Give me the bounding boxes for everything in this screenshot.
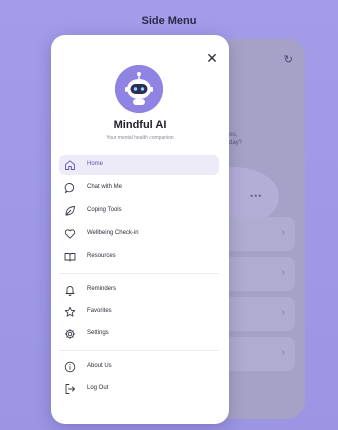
menu-item-label: Resources: [87, 253, 116, 259]
menu-divider: [59, 273, 219, 274]
menu-item-label: Home: [87, 161, 104, 167]
side-menu-drawer: ✕ Mindful AI Your mental health companio…: [51, 35, 229, 424]
typing-dots: •••: [250, 191, 263, 201]
menu-item-label: Wellbeing Check-in: [87, 230, 139, 236]
menu-item-label: Favorites: [87, 308, 112, 314]
greeting-text: ou, day?: [229, 131, 242, 147]
app-tagline: Your mental health companion: [106, 135, 174, 141]
greeting-line-2: day?: [229, 140, 243, 146]
bell-icon: [65, 286, 75, 296]
menu-item-reminders[interactable]: Reminders: [59, 280, 219, 300]
star-icon: [64, 306, 76, 317]
menu-item-label: Settings: [87, 330, 109, 336]
menu-item-home[interactable]: Home: [59, 155, 219, 175]
menu-item-label: Chat with Me: [87, 184, 123, 190]
menu-item-label: Reminders: [87, 286, 117, 292]
robot-icon: [115, 65, 163, 113]
chevron-right-icon: ›: [281, 227, 285, 238]
home-icon: [65, 160, 75, 170]
menu-item-label: Coping Tools: [87, 207, 122, 213]
menu-item-resources[interactable]: Resources: [59, 247, 219, 267]
menu-item-log-out[interactable]: Log Out: [59, 379, 219, 399]
leaf-icon: [65, 206, 75, 216]
app-name: Mindful AI: [113, 119, 167, 131]
menu-item-chat[interactable]: Chat with Me: [59, 178, 219, 198]
logout-icon: [65, 384, 75, 394]
close-icon[interactable]: ✕: [205, 51, 219, 65]
greeting-line-1: ou,: [229, 132, 238, 138]
refresh-icon[interactable]: ↻: [284, 53, 293, 66]
menu-item-coping-tools[interactable]: Coping Tools: [59, 201, 219, 221]
heart-icon: [64, 229, 76, 239]
chevron-right-icon: ›: [281, 307, 285, 318]
book-icon: [64, 253, 76, 262]
menu-divider: [59, 350, 219, 351]
info-icon: [64, 361, 76, 373]
menu-item-favorites[interactable]: Favorites: [59, 302, 219, 322]
menu-item-label: About Us: [87, 363, 112, 369]
gear-icon: [65, 329, 75, 339]
avatar: [115, 65, 163, 113]
menu-item-about-us[interactable]: About Us: [59, 357, 219, 377]
menu-item-wellbeing-check-in[interactable]: Wellbeing Check-in: [59, 224, 219, 244]
menu-item-settings[interactable]: Settings: [59, 324, 219, 344]
chat-bubble-icon: [64, 183, 75, 194]
menu-item-label: Log Out: [87, 385, 109, 391]
screen: Side Menu ↻ ou, day? ••• › › › › ✕ Mindf…: [0, 0, 338, 430]
chevron-right-icon: ›: [281, 267, 285, 278]
chevron-right-icon: ›: [281, 347, 285, 358]
page-title: Side Menu: [141, 15, 197, 27]
